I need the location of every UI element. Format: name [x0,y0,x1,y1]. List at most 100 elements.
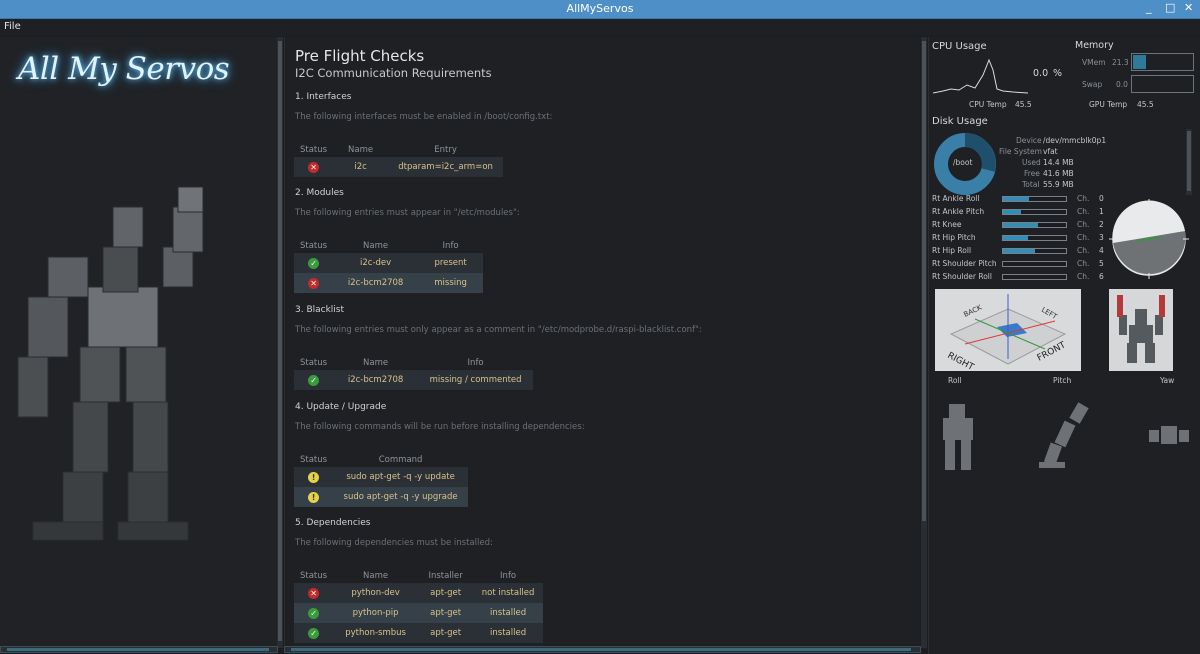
servo-level-bar[interactable] [1002,209,1067,215]
disk-device-value: /dev/mmcblk0p1 [1043,136,1107,145]
cpu-usage-unit: % [1053,68,1063,79]
gpu-temp-value: 45.5 [1137,100,1154,109]
modules-table: Status Name Info ✓ i2c-dev present ✕ i2c… [294,239,484,293]
yaw-label: Yaw [1160,376,1175,385]
orientation-3d-view: BACK LEFT RIGHT FRONT [935,289,1081,371]
section-blacklist-heading: 3. Blacklist [295,305,345,315]
table-header: Name [363,358,389,368]
servo-channel: 3 [1099,233,1104,242]
table-header: Status [300,358,328,368]
robot-render-image [17,186,204,541]
left-vertical-scrollbar[interactable] [277,37,283,648]
table-row: ✕ python-dev apt-get not installed [294,583,544,603]
cpu-usage-graph [933,58,1028,94]
table-header: Status [300,571,328,581]
table-header: Entry [434,145,457,155]
servo-name: Rt Hip Roll [932,246,972,255]
table-header: Info [500,571,517,581]
disk-free-value: 41.6 MB [1043,169,1074,178]
roll-label: Roll [948,376,962,385]
check-icon: ✓ [308,607,320,619]
update-table: Status Command ! sudo apt-get -q -y upda… [294,453,469,507]
servo-channel: 5 [1099,259,1104,268]
cell-name: python-pip [333,603,419,623]
check-icon: ✓ [308,627,320,639]
cell-name: python-smbus [333,623,419,643]
section-blacklist-desc: The following entries must only appear a… [295,325,702,335]
cell-name: python-dev [333,583,419,603]
section-interfaces-heading: 1. Interfaces [295,92,352,102]
cell-info: installed [473,623,544,643]
servo-list: Rt Ankle Roll Ch. 0 Rt Ankle Pitch Ch. 1… [932,192,1107,287]
table-header: Name [363,241,389,251]
middle-horizontal-scrollbar[interactable] [284,646,921,653]
cpu-temp-label: CPU Temp [969,100,1007,109]
table-header: Installer [428,571,463,581]
check-icon: ✓ [308,374,320,386]
table-header: Status [300,455,328,465]
pitch-label: Pitch [1053,376,1072,385]
error-icon: ✕ [308,161,320,173]
cell-entry: dtparam=i2c_arm=on [388,157,504,177]
servo-ch-label: Ch. [1077,246,1090,255]
page-title: Pre Flight Checks [295,47,425,65]
disk-total-label: Total [1022,180,1040,189]
disk-mount-label: /boot [953,158,973,167]
pending-icon: ! [308,491,320,503]
table-header: Name [348,145,374,155]
cpu-temp-value: 45.5 [1015,100,1032,109]
cell-name: i2c-dev [333,253,419,273]
window-titlebar: AllMyServos _ □ ✕ [0,0,1200,19]
table-header: Status [300,241,328,251]
servo-name: Rt Shoulder Pitch [932,259,997,268]
disk-device-label: Device [1016,136,1042,145]
table-row: ✓ i2c-bcm2708 missing / commented [294,370,534,390]
section-modules-heading: 2. Modules [295,188,344,198]
middle-vertical-scrollbar[interactable] [921,37,927,648]
gpu-temp-label: GPU Temp [1089,100,1128,109]
servo-name: Rt Knee [932,220,962,229]
servo-name: Rt Ankle Roll [932,194,980,203]
swap-value: 0.0 [1116,80,1128,89]
cell-info: installed [473,603,544,623]
disk-used-label: Used [1022,158,1041,167]
blacklist-table: Status Name Info ✓ i2c-bcm2708 missing /… [294,356,534,390]
table-header: Info [442,241,459,251]
servo-level-bar[interactable] [1002,222,1067,228]
menu-file[interactable]: File [4,21,21,32]
servo-ch-label: Ch. [1077,220,1090,229]
servo-level-bar[interactable] [1002,235,1067,241]
cell-info: missing [418,273,484,293]
section-dependencies-heading: 5. Dependencies [295,518,371,528]
servo-ch-label: Ch. [1077,207,1090,216]
preflight-checks-panel: Pre Flight Checks I2C Communication Requ… [284,37,920,648]
check-icon: ✓ [308,257,320,269]
maximize-icon[interactable]: □ [1165,2,1175,14]
servo-level-bar[interactable] [1002,248,1067,254]
servo-level-fill [1003,249,1035,253]
section-modules-desc: The following entries must appear in "/e… [295,208,520,218]
servo-channel: 4 [1099,246,1104,255]
servo-channel: 6 [1099,272,1104,281]
servo-level-bar[interactable] [1002,261,1067,267]
table-header: Status [300,145,328,155]
servo-level-bar[interactable] [1002,196,1067,202]
disk-scrollbar[interactable] [1186,129,1192,195]
cell-installer: apt-get [418,623,474,643]
disk-fs-label: File System [999,147,1042,156]
servo-ch-label: Ch. [1077,272,1090,281]
servo-ch-label: Ch. [1077,259,1090,268]
close-icon[interactable]: ✕ [1184,2,1194,14]
disk-total-value: 55.9 MB [1043,180,1074,189]
table-header: Command [378,455,423,465]
servo-level-fill [1003,236,1028,240]
yaw-robot-view [1149,426,1189,444]
cell-name: i2c-bcm2708 [333,273,419,293]
servo-channel: 0 [1099,194,1104,203]
left-horizontal-scrollbar[interactable] [0,646,278,653]
cell-info: not installed [473,583,544,603]
servo-name: Rt Hip Pitch [932,233,976,242]
table-row: ✓ python-smbus apt-get installed [294,623,544,643]
minimize-icon[interactable]: _ [1146,2,1156,14]
servo-level-bar[interactable] [1002,274,1067,280]
